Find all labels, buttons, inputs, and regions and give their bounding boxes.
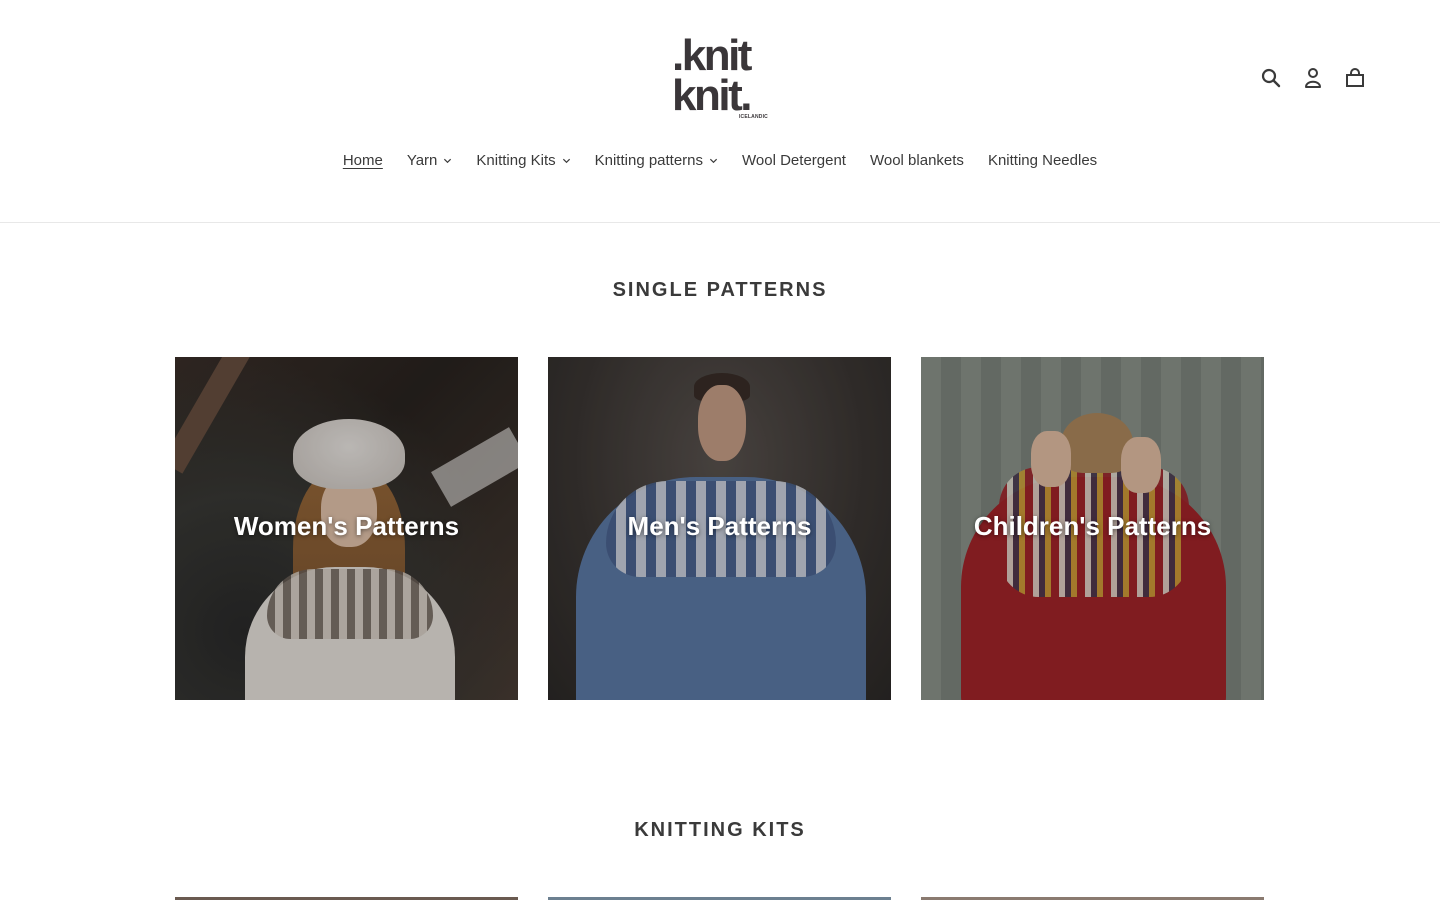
nav-item-wool-blankets[interactable]: Wool blankets [858, 149, 976, 171]
logo-line-2: knit. [672, 71, 752, 120]
nav-item-label: Wool Detergent [742, 151, 846, 169]
cart-icon [1346, 68, 1364, 87]
nav-item-label: Wool blankets [869, 151, 964, 169]
nav-item-label: Knitting Needles [987, 151, 1098, 169]
chevron-down-icon [444, 158, 452, 163]
site-logo[interactable]: .knit knit. ICELANDIC [672, 31, 770, 122]
collection-card-title: Men's Patterns [627, 511, 812, 541]
knitting-kits-heading: KNITTING KITS [634, 819, 806, 841]
collection-card-title: Children's Patterns [973, 511, 1212, 541]
site-header: .knit knit. ICELANDIC Home Yarn Knitting… [0, 0, 1440, 223]
search-icon [1261, 68, 1281, 88]
nav-item-yarn[interactable]: Yarn [395, 149, 465, 171]
logo-tagline: ICELANDIC [738, 114, 768, 120]
nav-item-label: Knitting Kits [476, 151, 556, 169]
main-nav: Home Yarn Knitting Kits Knitting pattern… [0, 149, 1440, 171]
collection-card-mens-patterns[interactable]: Men's Patterns [548, 357, 891, 700]
nav-item-label: Yarn [406, 151, 438, 169]
chevron-down-icon [709, 158, 718, 163]
nav-item-knitting-needles[interactable]: Knitting Needles [976, 149, 1109, 171]
account-button[interactable] [1292, 64, 1334, 92]
collection-card-childrens-patterns[interactable]: Children's Patterns [921, 357, 1264, 700]
collection-card-womens-patterns[interactable]: Women's Patterns [175, 357, 518, 700]
nav-item-knitting-patterns[interactable]: Knitting patterns [583, 149, 730, 171]
collection-card-title: Women's Patterns [233, 511, 460, 541]
logo-line-1: .knit [672, 31, 752, 80]
chevron-down-icon [562, 158, 570, 163]
account-icon [1305, 68, 1321, 88]
header-icons [1250, 64, 1376, 92]
nav-item-wool-detergent[interactable]: Wool Detergent [730, 149, 858, 171]
single-patterns-grid: Women's Patterns Men's Patterns Children… [175, 357, 1265, 700]
nav-item-label: Knitting patterns [594, 151, 704, 169]
nav-item-knitting-kits[interactable]: Knitting Kits [464, 149, 582, 171]
cart-button[interactable] [1334, 64, 1376, 92]
single-patterns-heading: SINGLE PATTERNS [612, 279, 828, 301]
search-button[interactable] [1250, 64, 1292, 92]
nav-item-label: Home [342, 151, 383, 169]
nav-item-home[interactable]: Home [331, 149, 395, 171]
